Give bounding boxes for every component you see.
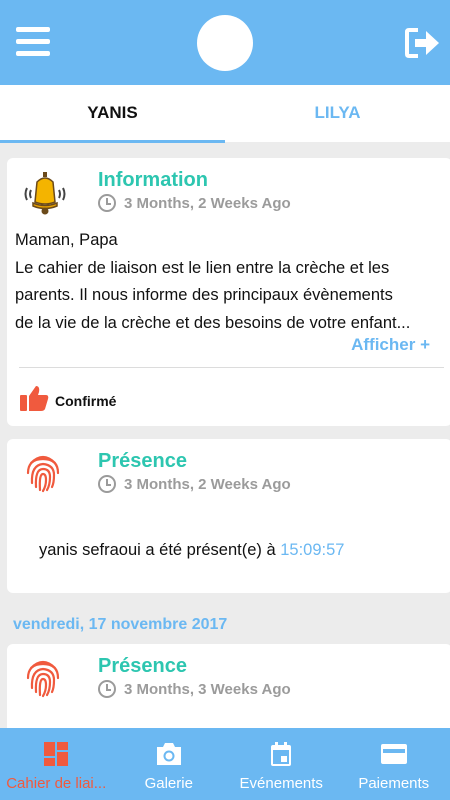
- bottom-navigation: Cahier de liai... Galerie Evénements Pai…: [0, 728, 450, 800]
- grid-icon: [42, 741, 70, 767]
- body-line: parents. Il nous informe des principaux …: [15, 286, 393, 304]
- body-line: Maman, Papa: [15, 231, 118, 249]
- clock-icon: [98, 475, 116, 493]
- logout-icon[interactable]: [404, 27, 440, 59]
- card-timestamp: 3 Months, 3 Weeks Ago: [98, 680, 291, 698]
- avatar[interactable]: [197, 15, 253, 71]
- presence-message: yanis sefraoui a été présent(e) à 15:09:…: [39, 541, 344, 560]
- information-card: Information 3 Months, 2 Weeks Ago Maman,…: [7, 158, 450, 426]
- confirm-button[interactable]: Confirmé: [19, 384, 116, 417]
- nav-item-cahier[interactable]: Cahier de liai...: [0, 728, 113, 800]
- presence-time-value: 15:09:57: [280, 541, 345, 559]
- nav-label: Cahier de liai...: [6, 775, 107, 792]
- nav-label: Galerie: [144, 775, 193, 792]
- presence-message-text: yanis sefraoui a été présent(e) à: [39, 541, 281, 559]
- tab-lilya[interactable]: LILYA: [225, 85, 450, 142]
- card-title: Présence: [98, 450, 187, 472]
- confirm-label: Confirmé: [55, 392, 117, 409]
- nav-label: Paiements: [358, 775, 430, 792]
- top-app-bar: [0, 0, 450, 85]
- presence-card: Présence 3 Months, 2 Weeks Ago yanis sef…: [7, 439, 450, 593]
- camera-icon: [155, 741, 183, 767]
- child-tabs: YANIS LILYA: [0, 85, 450, 143]
- card-timestamp: 3 Months, 2 Weeks Ago: [98, 475, 291, 493]
- fingerprint-icon: [25, 658, 73, 706]
- clock-icon: [98, 680, 116, 698]
- hamburger-menu-icon[interactable]: [16, 27, 50, 57]
- calendar-icon: [267, 741, 295, 767]
- nav-item-evenements[interactable]: Evénements: [225, 728, 338, 800]
- credit-card-icon: [380, 741, 408, 767]
- fingerprint-icon: [25, 453, 73, 501]
- feed-list[interactable]: Information 3 Months, 2 Weeks Ago Maman,…: [0, 142, 450, 728]
- date-section-header: vendredi, 17 novembre 2017: [13, 616, 228, 633]
- card-timestamp: 3 Months, 2 Weeks Ago: [98, 194, 291, 212]
- show-more-link[interactable]: Afficher +: [351, 335, 430, 355]
- thumbs-up-icon: [19, 384, 49, 417]
- nav-item-galerie[interactable]: Galerie: [113, 728, 226, 800]
- body-line: Le cahier de liaison est le lien entre l…: [15, 258, 390, 277]
- clock-icon: [98, 194, 116, 212]
- card-timestamp-text: 3 Months, 2 Weeks Ago: [124, 475, 291, 493]
- nav-label: Evénements: [239, 775, 323, 792]
- body-line: de la vie de la crèche et des besoins de…: [15, 313, 411, 332]
- card-title: Information: [98, 169, 208, 191]
- card-timestamp-text: 3 Months, 2 Weeks Ago: [124, 194, 291, 212]
- nav-item-paiements[interactable]: Paiements: [338, 728, 450, 800]
- card-timestamp-text: 3 Months, 3 Weeks Ago: [124, 680, 291, 698]
- divider: [19, 367, 444, 368]
- tab-yanis[interactable]: YANIS: [0, 85, 225, 143]
- card-title: Présence: [98, 655, 187, 677]
- bell-icon: [21, 170, 69, 218]
- card-body: Maman, Papa Le cahier de liaison est le …: [15, 227, 445, 337]
- presence-card: Présence 3 Months, 3 Weeks Ago: [7, 644, 450, 728]
